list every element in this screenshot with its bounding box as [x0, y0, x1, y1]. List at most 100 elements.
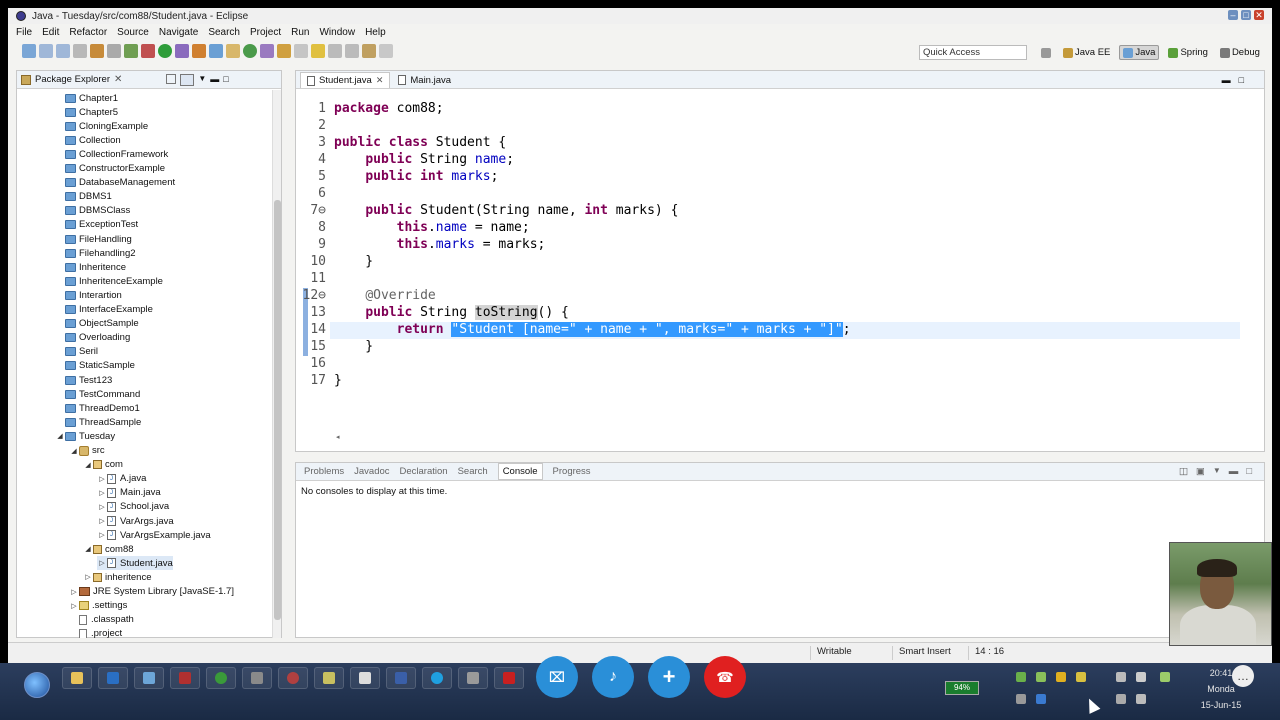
tree-item[interactable]: ▷ inheritence — [83, 570, 151, 584]
maximize-button[interactable]: □ — [1241, 10, 1251, 20]
tree-item[interactable]: ▷ J Student.java — [97, 556, 173, 571]
close-icon[interactable]: ✕ — [376, 75, 384, 86]
tree-item[interactable]: FileHandling — [65, 232, 132, 246]
menu-window[interactable]: Window — [319, 27, 355, 38]
add-participant-button[interactable]: + — [648, 656, 690, 698]
save-icon[interactable] — [39, 44, 53, 58]
code-area[interactable]: 1 2 3 4 5 6 7⊖ 8 9 10 11 12⊖ 13 14 15 16… — [296, 89, 1256, 431]
tree-item[interactable]: ◢ Tuesday — [55, 429, 115, 443]
toggle-mark-icon[interactable] — [311, 44, 325, 58]
maximize-view-icon[interactable]: □ — [1239, 75, 1244, 85]
taskbar-acrobat[interactable] — [494, 667, 524, 689]
tree-item[interactable]: ▷ J A.java — [97, 472, 146, 486]
maximize-view-icon[interactable]: □ — [223, 74, 228, 86]
display-console-icon[interactable]: ▣ — [1196, 466, 1205, 477]
new-java-project-icon[interactable] — [209, 44, 223, 58]
taskbar-app[interactable] — [350, 667, 380, 689]
tool-icon[interactable] — [107, 44, 121, 58]
tree-item[interactable]: ▷ J VarArgs.java — [97, 514, 173, 528]
tree-item[interactable]: InheritenceExample — [65, 274, 163, 288]
tree-item[interactable]: ConstructorExample — [65, 162, 165, 176]
minimize-view-icon[interactable]: ▬ — [1222, 75, 1231, 85]
search-icon[interactable] — [277, 44, 291, 58]
menu-run[interactable]: Run — [291, 27, 309, 38]
perspective-java-ee[interactable]: Java EE — [1060, 46, 1113, 59]
tree-item[interactable]: ◢ com88 — [83, 542, 133, 556]
menu-help[interactable]: Help — [365, 27, 386, 38]
taskbar-app[interactable] — [458, 667, 488, 689]
menu-edit[interactable]: Edit — [42, 27, 59, 38]
tree-item[interactable]: ▷ J School.java — [97, 500, 169, 514]
tree-item[interactable]: CloningExample — [65, 119, 148, 133]
open-type-icon[interactable] — [260, 44, 274, 58]
forward-icon[interactable] — [379, 44, 393, 58]
tree-item[interactable]: TestCommand — [65, 387, 140, 401]
network-icon[interactable] — [1116, 694, 1126, 704]
taskbar-skype[interactable] — [422, 667, 452, 689]
tree-item[interactable]: ExceptionTest — [65, 218, 138, 232]
volume-icon[interactable] — [1136, 694, 1146, 704]
close-button[interactable]: ✕ — [1254, 10, 1264, 20]
battery-indicator[interactable]: 94% — [945, 681, 979, 695]
collapsed-arrow-icon[interactable]: ▷ — [97, 531, 107, 539]
package-explorer-tab[interactable]: Package Explorer ✕ ▼ ▬ □ — [17, 71, 281, 89]
menu-navigate[interactable]: Navigate — [159, 27, 198, 38]
quick-access-field[interactable]: Quick Access — [919, 45, 1027, 60]
tree-item[interactable]: ▷ J VarArgsExample.java — [97, 528, 210, 542]
open-perspective-button[interactable] — [1038, 47, 1054, 59]
tray-icon[interactable] — [1016, 694, 1026, 704]
tree-item[interactable]: Chapter5 — [65, 105, 118, 119]
menu-file[interactable]: File — [16, 27, 32, 38]
minimize-view-icon[interactable]: ▬ — [210, 74, 219, 86]
taskbar-visio[interactable] — [386, 667, 416, 689]
tree-item[interactable]: Test123 — [65, 373, 112, 387]
start-button[interactable] — [24, 672, 50, 698]
taskbar-chrome[interactable] — [206, 667, 236, 689]
expanded-arrow-icon[interactable]: ◢ — [83, 461, 93, 469]
prev-annotation-icon[interactable] — [345, 44, 359, 58]
collapsed-arrow-icon[interactable]: ▷ — [97, 559, 107, 567]
tab-student-java[interactable]: Student.java ✕ — [300, 72, 391, 88]
annotation-icon[interactable] — [294, 44, 308, 58]
tab-console[interactable]: Console — [497, 463, 543, 480]
tray-icon[interactable] — [1016, 672, 1026, 682]
collapse-all-icon[interactable] — [166, 73, 177, 84]
tab-problems[interactable]: Problems — [304, 466, 344, 477]
collapsed-arrow-icon[interactable]: ▷ — [83, 573, 93, 581]
signal-icon[interactable] — [1160, 672, 1170, 682]
tree-item[interactable]: DatabaseManagement — [65, 176, 175, 190]
editor-horizontal-scrollbar[interactable]: ◂ — [336, 433, 1236, 443]
new-class-icon[interactable] — [243, 44, 257, 58]
expanded-arrow-icon[interactable]: ◢ — [69, 447, 79, 455]
tree-item[interactable]: ObjectSample — [65, 317, 139, 331]
tree-item[interactable]: .project — [69, 627, 122, 638]
tree-item[interactable]: DBMS1 — [65, 190, 112, 204]
view-menu-icon[interactable]: ▼ — [198, 74, 206, 86]
tab-progress[interactable]: Progress — [553, 466, 591, 477]
tree-scrollbar[interactable] — [272, 90, 281, 638]
collapsed-arrow-icon[interactable]: ▷ — [97, 489, 107, 497]
perspective-java[interactable]: Java — [1119, 45, 1160, 60]
tree-scrollbar-thumb[interactable] — [274, 200, 281, 620]
run-icon[interactable] — [158, 44, 172, 58]
print-icon[interactable] — [73, 44, 87, 58]
perspective-spring[interactable]: Spring — [1165, 46, 1210, 59]
camera-toggle-button[interactable]: ⌧ — [536, 656, 578, 698]
save-all-icon[interactable] — [56, 44, 70, 58]
tree-item[interactable]: Interartion — [65, 288, 122, 302]
maximize-view-icon[interactable]: □ — [1246, 466, 1252, 477]
tree-item[interactable]: ThreadDemo1 — [65, 401, 140, 415]
end-call-button[interactable]: ☎ — [704, 656, 746, 698]
taskbar-explorer[interactable] — [62, 667, 92, 689]
tree-item[interactable]: Filehandling2 — [65, 246, 136, 260]
tab-main-java[interactable]: Main.java — [392, 72, 457, 88]
collapsed-arrow-icon[interactable]: ▷ — [69, 588, 79, 596]
tree-item[interactable]: Overloading — [65, 331, 130, 345]
expanded-arrow-icon[interactable]: ◢ — [83, 545, 93, 553]
tree-item[interactable]: StaticSample — [65, 359, 135, 373]
tree-item[interactable]: .classpath — [69, 613, 134, 627]
menu-source[interactable]: Source — [117, 27, 149, 38]
tree-item[interactable]: Seril — [65, 345, 98, 359]
link-with-editor-icon[interactable] — [180, 73, 195, 86]
tree-item[interactable]: ▷ JRE System Library [JavaSE-1.7] — [69, 585, 234, 599]
